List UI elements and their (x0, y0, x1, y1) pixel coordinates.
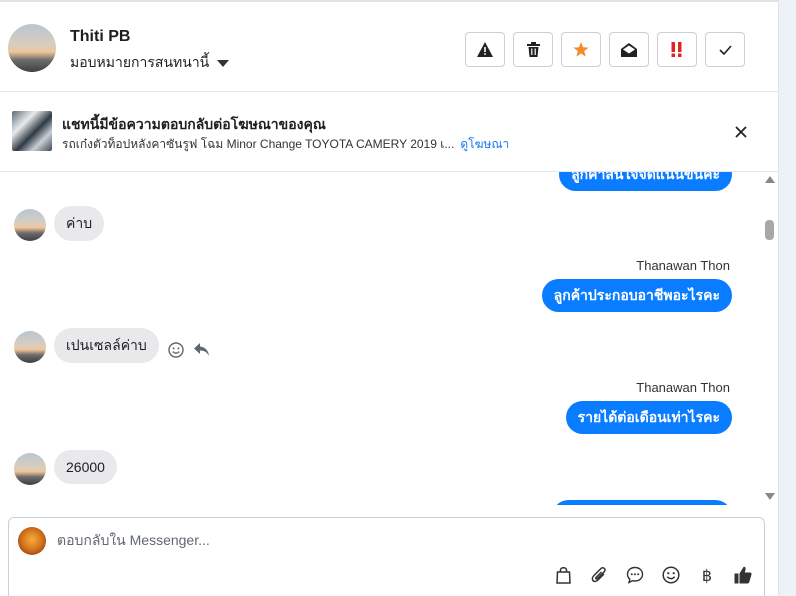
scroll-down-arrow[interactable] (765, 493, 775, 500)
scroll-thumb[interactable] (765, 220, 774, 240)
emoji-react-icon[interactable] (168, 342, 184, 358)
attach-button[interactable] (590, 566, 608, 584)
message-actions (168, 342, 210, 358)
reply-input[interactable] (57, 532, 707, 548)
priority-button[interactable] (657, 32, 697, 67)
contact-avatar-small[interactable] (14, 331, 46, 363)
message-bubble-outgoing[interactable]: รายได้ต่อเดือนเท่าไรคะ (565, 401, 732, 434)
ad-thumbnail[interactable] (12, 111, 52, 151)
trash-icon (526, 42, 540, 57)
scroll-up-arrow[interactable] (765, 176, 775, 183)
star-icon (573, 42, 589, 57)
contact-avatar-small[interactable] (14, 453, 46, 485)
reply-icon[interactable] (194, 343, 210, 357)
ad-description: รถเก๋งตัวท็อปหลังคาซันรูฟ โฉม Minor Chan… (62, 137, 455, 151)
saved-replies-button[interactable] (626, 566, 644, 584)
message-bubble-incoming[interactable]: ค่าบ (54, 206, 105, 241)
message-bubble-outgoing[interactable]: ลูกค้าสนใจจัดแน่นขึ้นคะ (559, 172, 732, 191)
priority-icon (671, 42, 682, 57)
close-banner-button[interactable] (732, 123, 750, 141)
message-bubble-outgoing-partial[interactable] (552, 500, 732, 505)
contact-avatar[interactable] (8, 24, 56, 72)
reply-composer: ฿ (8, 517, 765, 596)
bag-icon (555, 567, 571, 584)
contact-name[interactable]: Thiti PB (70, 28, 130, 46)
message-scrollbar[interactable] (760, 172, 778, 505)
check-icon (718, 44, 732, 55)
envelope-open-icon (621, 42, 637, 57)
chevron-down-icon (217, 59, 230, 67)
conversation-header: Thiti PB มอบหมายการสนทนานี้ (0, 0, 778, 92)
banner-title: แชทนี้มีข้อความตอบกลับต่อโฆษณาของคุณ (62, 116, 326, 132)
emoji-button[interactable] (662, 566, 680, 584)
thumbs-up-icon (734, 566, 752, 584)
paperclip-icon (591, 567, 606, 583)
sender-name: Thanawan Thon (636, 258, 730, 273)
report-button[interactable] (465, 32, 505, 67)
emoji-icon (662, 566, 680, 584)
done-button[interactable] (705, 32, 745, 67)
message-thread[interactable]: ลูกค้าสนใจจัดแน่นขึ้นคะ ค่าบ Thanawan Th… (0, 172, 760, 505)
delete-button[interactable] (513, 32, 553, 67)
assign-conversation-dropdown[interactable]: มอบหมายการสนทนานี้ (70, 52, 230, 74)
mark-unread-button[interactable] (609, 32, 649, 67)
conversation-toolbar (465, 32, 745, 67)
chat-bubble-icon (626, 566, 644, 584)
payment-button[interactable]: ฿ (698, 565, 716, 585)
assign-label: มอบหมายการสนทนานี้ (70, 54, 210, 70)
message-bubble-incoming[interactable]: เปนเซลล์ค่าบ (54, 328, 159, 363)
contact-avatar-small[interactable] (14, 209, 46, 241)
composer-toolbar: ฿ (554, 565, 752, 585)
star-button[interactable] (561, 32, 601, 67)
message-bubble-incoming[interactable]: 26000 (54, 450, 117, 484)
baht-icon: ฿ (701, 565, 713, 585)
page-avatar (18, 527, 46, 555)
ad-reply-banner: แชทนี้มีข้อความตอบกลับต่อโฆษณาของคุณ รถเ… (0, 93, 778, 172)
sender-name: Thanawan Thon (636, 380, 730, 395)
like-button[interactable] (734, 566, 752, 584)
close-icon (735, 126, 747, 138)
banner-subtitle: รถเก๋งตัวท็อปหลังคาซันรูฟ โฉม Minor Chan… (62, 135, 509, 154)
view-ad-link[interactable]: ดูโฆษณา (460, 137, 509, 151)
window-edge-strip (778, 0, 796, 596)
shop-button[interactable] (554, 566, 572, 584)
warning-icon (477, 42, 493, 57)
message-bubble-outgoing[interactable]: ลูกค้าประกอบอาชีพอะไรคะ (541, 279, 732, 312)
